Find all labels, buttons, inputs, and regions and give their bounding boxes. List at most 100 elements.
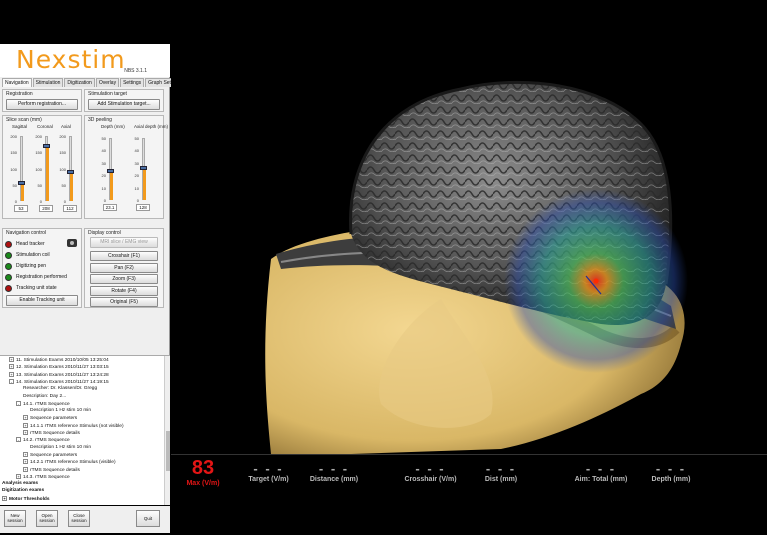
status-led-icon: [5, 251, 12, 259]
tree-item-label: rTMS Sequence details: [30, 467, 80, 473]
measurement-bar: 83 Max (V/m) - - - Target (V/m) - - - Di…: [171, 454, 767, 489]
quit-button[interactable]: Quit: [136, 510, 160, 527]
tree-item[interactable]: +14.2.1 rTMS reference Stimulus (visible…: [23, 459, 116, 465]
aim-point: [593, 278, 599, 284]
slider-tick: 0: [103, 198, 106, 203]
display-button-1[interactable]: Pan (F2): [90, 262, 158, 273]
brain-render[interactable]: [171, 44, 767, 454]
slider-thumb[interactable]: [18, 181, 25, 186]
tree-expander-icon[interactable]: +: [16, 473, 21, 479]
perform-registration-button[interactable]: Perform registration...: [6, 99, 78, 110]
tree-item-label: Sequence parameters: [30, 452, 78, 458]
slider-value-box[interactable]: 53: [14, 205, 28, 212]
tree-expander-icon[interactable]: -: [16, 400, 21, 406]
slider-tick: 10: [101, 185, 106, 191]
tree-expander-icon[interactable]: +: [9, 364, 14, 370]
tree-item[interactable]: Analysis exams: [2, 481, 38, 486]
tab-stimulation[interactable]: Stimulation: [32, 78, 64, 87]
tree-item[interactable]: + Sequence parameters: [23, 451, 78, 458]
status-label: Stimulation coil: [16, 252, 50, 258]
tree-expander-icon[interactable]: +: [2, 495, 7, 501]
slider-tick: 0: [136, 198, 139, 203]
tree-item[interactable]: + rTMS Sequence details: [23, 430, 80, 436]
display-control-group: Display control MRI slice / EMG view Cro…: [84, 228, 164, 308]
slider-tick: 50: [12, 182, 17, 188]
tree-item[interactable]: Description 1 Hz stim 10 min: [30, 408, 91, 413]
new-session-button[interactable]: New session: [4, 510, 26, 527]
add-stimulation-target-button[interactable]: Add Stimulation target...: [88, 99, 160, 110]
tree-item[interactable]: + rTMS Sequence details: [23, 466, 80, 473]
tree-item[interactable]: + Motor Thresholds: [2, 495, 50, 501]
tab-navigation[interactable]: Navigation: [2, 78, 32, 87]
slider-label-1: Coronal: [37, 124, 53, 129]
tree-expander-icon[interactable]: +: [9, 357, 14, 362]
tree-expander-icon[interactable]: +: [23, 430, 28, 435]
tree-item-label: Digitization exams: [2, 488, 45, 494]
tab-overlay[interactable]: Overlay: [95, 78, 120, 87]
tree-expander-icon[interactable]: +: [23, 459, 28, 465]
tree-item[interactable]: Researcher: Dr. Klassen/Dr. Gregg: [23, 386, 97, 391]
slider-thumb[interactable]: [67, 169, 74, 174]
version-label: NBS 3.1.1: [124, 68, 147, 74]
slider-thumb[interactable]: [43, 143, 50, 148]
slider-thumb[interactable]: [107, 169, 114, 174]
tab-settings[interactable]: Settings: [120, 78, 145, 87]
tab-digitization[interactable]: Digitization: [64, 78, 95, 87]
mri-slice-emg-view-button[interactable]: MRI slice / EMG view: [90, 237, 158, 248]
tree-item[interactable]: +12. Stimulation Exams 2010/11/27 13:03:…: [9, 364, 109, 370]
tree-item[interactable]: Description 1 Hz stim 10 min: [30, 445, 91, 450]
slice-scan-label: Slice scan (mm): [6, 117, 42, 123]
display-button-0[interactable]: Crosshair (F1): [90, 251, 158, 261]
slider-value-box[interactable]: 128: [136, 204, 150, 211]
slider-label-0: Sagittal: [12, 124, 28, 129]
metric-dist: - - - Dist (mm): [484, 461, 518, 483]
tree-item-label: 14.1.1 rTMS reference Stimulus (not visi…: [30, 423, 124, 429]
slider-value-box[interactable]: 112: [63, 205, 77, 212]
tree-item[interactable]: -14.2. rTMS Sequence: [16, 437, 70, 443]
registration-label: Registration: [6, 91, 33, 97]
3d-view-viewport[interactable]: [171, 44, 767, 454]
tree-expander-icon[interactable]: +: [9, 371, 14, 377]
display-button-3[interactable]: Rotate (F4): [90, 285, 158, 296]
tree-item[interactable]: +11. Stimulation Exams 2010/10/05 13:25:…: [9, 357, 109, 363]
slider-tick: 0: [39, 199, 42, 204]
exam-tree[interactable]: +11. Stimulation Exams 2010/10/05 13:25:…: [0, 355, 170, 505]
tree-scrollbar-thumb[interactable]: [166, 431, 170, 471]
open-session-button[interactable]: Open session: [36, 510, 58, 527]
slider-label-1: Axial depth (mm): [134, 124, 169, 129]
slider-tick: 0: [63, 199, 66, 204]
tree-item-label: 13. Stimulation Exams 2010/11/27 13:24:2…: [16, 372, 109, 378]
tree-scrollbar[interactable]: [164, 356, 170, 505]
slice-scan-group: Slice scan (mm) Sagittal 200 150 100 50 0 53 Co…: [2, 115, 82, 219]
registration-group: Registration Perform registration...: [2, 89, 82, 112]
display-button-4[interactable]: Original (F5): [90, 297, 158, 307]
tree-expander-icon[interactable]: -: [16, 437, 21, 443]
tree-item[interactable]: +13. Stimulation Exams 2010/11/27 13:24:…: [9, 371, 109, 378]
tree-item[interactable]: -14.1. rTMS Sequence: [16, 400, 70, 407]
display-button-2[interactable]: Zoom (F3): [90, 274, 158, 284]
tree-expander-icon[interactable]: -: [9, 378, 14, 384]
slider-tick: 20: [134, 173, 139, 179]
camera-icon[interactable]: [67, 239, 77, 247]
slider-value-box[interactable]: 208: [39, 205, 53, 212]
slider-tick: 40: [101, 148, 106, 154]
tree-item[interactable]: Digitization exams: [2, 488, 44, 493]
tree-expander-icon[interactable]: +: [23, 422, 28, 428]
slider-thumb[interactable]: [140, 165, 147, 170]
close-session-button[interactable]: Close session: [68, 510, 90, 527]
tree-expander-icon[interactable]: +: [23, 451, 28, 457]
status-row: Head tracker: [5, 239, 45, 249]
tree-item[interactable]: +14.1.1 rTMS reference Stimulus (not vis…: [23, 422, 124, 429]
tree-item[interactable]: + Sequence parameters: [23, 415, 77, 421]
tree-item[interactable]: Description: Day 2...: [23, 394, 66, 399]
tree-expander-icon[interactable]: +: [23, 466, 28, 472]
slider-value-box[interactable]: 23.1: [103, 204, 117, 211]
slider-fill: [46, 145, 49, 201]
enable-tracking-unit-button[interactable]: Enable Tracking unit: [6, 295, 78, 306]
slider-tick: 30: [101, 160, 106, 166]
tree-expander-icon[interactable]: +: [23, 415, 28, 421]
tree-item[interactable]: -14. Stimulation Exams 2010/11/27 14:19:…: [9, 378, 109, 385]
navigation-control-label: Navigation control: [6, 230, 47, 236]
tree-item[interactable]: +14.3. rTMS Sequence: [16, 473, 70, 480]
slider-tick: 100: [59, 166, 66, 172]
